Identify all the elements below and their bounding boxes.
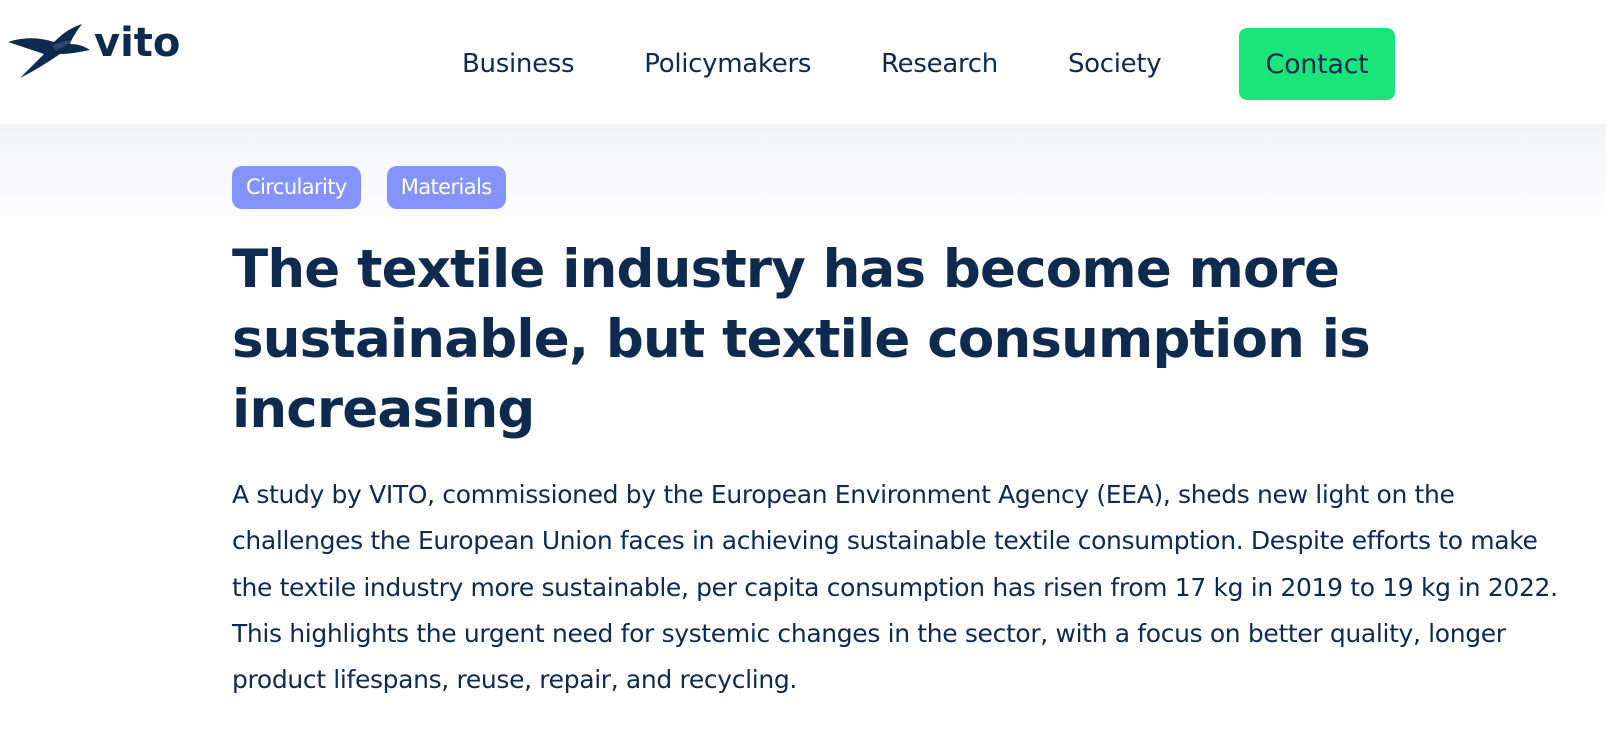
nav-item-business[interactable]: Business bbox=[462, 49, 575, 79]
nav-item-society[interactable]: Society bbox=[1068, 49, 1162, 79]
main-nav: Business Policymakers Research Society bbox=[462, 28, 1162, 100]
bird-logo-icon bbox=[8, 24, 90, 78]
nav-item-research[interactable]: Research bbox=[881, 49, 998, 79]
nav-item-policymakers[interactable]: Policymakers bbox=[644, 49, 811, 79]
article-intro: A study by VITO, commissioned by the Eur… bbox=[232, 480, 1558, 695]
site-header: vito Business Policymakers Research Soci… bbox=[0, 0, 1606, 124]
vito-logo-link[interactable]: vito bbox=[8, 22, 180, 78]
tag-materials[interactable]: Materials bbox=[386, 166, 506, 209]
logo-wordmark: vito bbox=[94, 20, 181, 66]
article-title: The textile industry has become more sus… bbox=[232, 239, 1371, 440]
tag-circularity[interactable]: Circularity bbox=[232, 166, 361, 209]
contact-button[interactable]: Contact bbox=[1239, 28, 1395, 100]
article-tags: Circularity Materials bbox=[232, 166, 532, 209]
